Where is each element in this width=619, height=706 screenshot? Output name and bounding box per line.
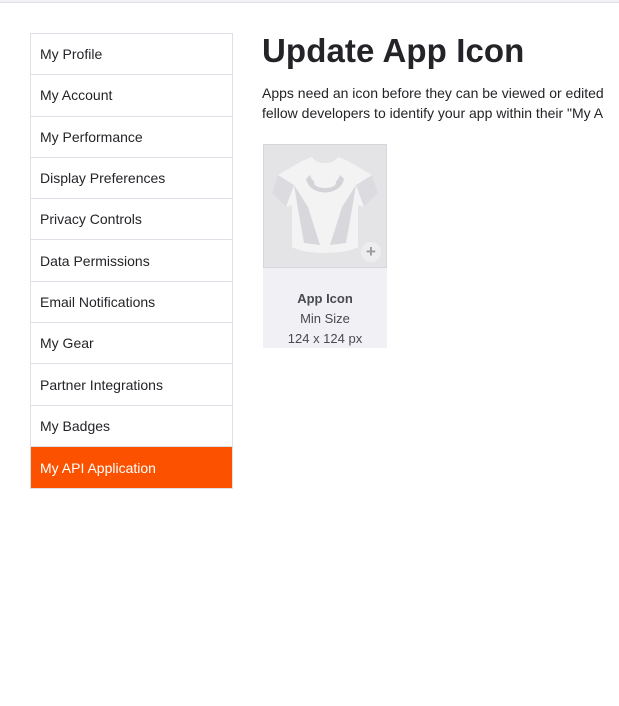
plus-icon[interactable]: +	[361, 242, 381, 262]
sidebar-item-label: My Profile	[40, 46, 103, 63]
sidebar-item-label: My Gear	[40, 335, 94, 352]
min-size-value: 124 x 124 px	[287, 331, 363, 346]
app-icon-card: + App Icon Min Size 124 x 124 px	[263, 144, 387, 348]
sidebar-item-privacy-controls[interactable]: Privacy Controls	[31, 199, 232, 241]
sidebar-item-my-performance[interactable]: My Performance	[31, 116, 232, 158]
sidebar-item-label: My Performance	[40, 128, 143, 145]
sidebar-item-label: My Account	[40, 87, 113, 104]
description-line: Apps need an icon before they can be vie…	[262, 85, 604, 101]
app-icon-label: App Icon	[297, 291, 353, 306]
sidebar-item-my-profile[interactable]: My Profile	[31, 34, 232, 76]
min-size-label: Min Size	[300, 311, 350, 326]
sidebar-item-my-gear[interactable]: My Gear	[31, 323, 232, 365]
app-icon-upload[interactable]: +	[263, 144, 387, 268]
sidebar-item-partner-integrations[interactable]: Partner Integrations	[31, 364, 232, 406]
sidebar-item-label: My Badges	[40, 417, 111, 434]
sidebar-item-label: My API Application	[40, 459, 156, 476]
sidebar-item-label: Partner Integrations	[40, 376, 163, 393]
page-title: Update App Icon	[262, 32, 525, 69]
sidebar-item-my-api-application[interactable]: My API Application	[31, 446, 232, 489]
sidebar-item-display-preferences[interactable]: Display Preferences	[31, 157, 232, 200]
page-description: Apps need an icon before they can be vie…	[262, 83, 619, 123]
sidebar-item-label: Privacy Controls	[40, 211, 142, 228]
settings-sidebar: My Profile My Account My Performance Dis…	[30, 33, 233, 490]
sidebar-item-email-notifications[interactable]: Email Notifications	[31, 281, 232, 324]
sidebar-item-data-permissions[interactable]: Data Permissions	[31, 240, 232, 282]
app-icon-caption: App Icon Min Size 124 x 124 px	[263, 289, 387, 349]
sidebar-item-my-account[interactable]: My Account	[31, 75, 232, 117]
description-line: fellow developers to identify your app w…	[262, 105, 604, 121]
top-divider	[0, 0, 619, 3]
sidebar-item-my-badges[interactable]: My Badges	[31, 405, 232, 447]
sidebar-item-label: Email Notifications	[40, 293, 156, 310]
sidebar-item-label: Display Preferences	[40, 170, 166, 187]
sidebar-item-label: Data Permissions	[40, 252, 150, 269]
